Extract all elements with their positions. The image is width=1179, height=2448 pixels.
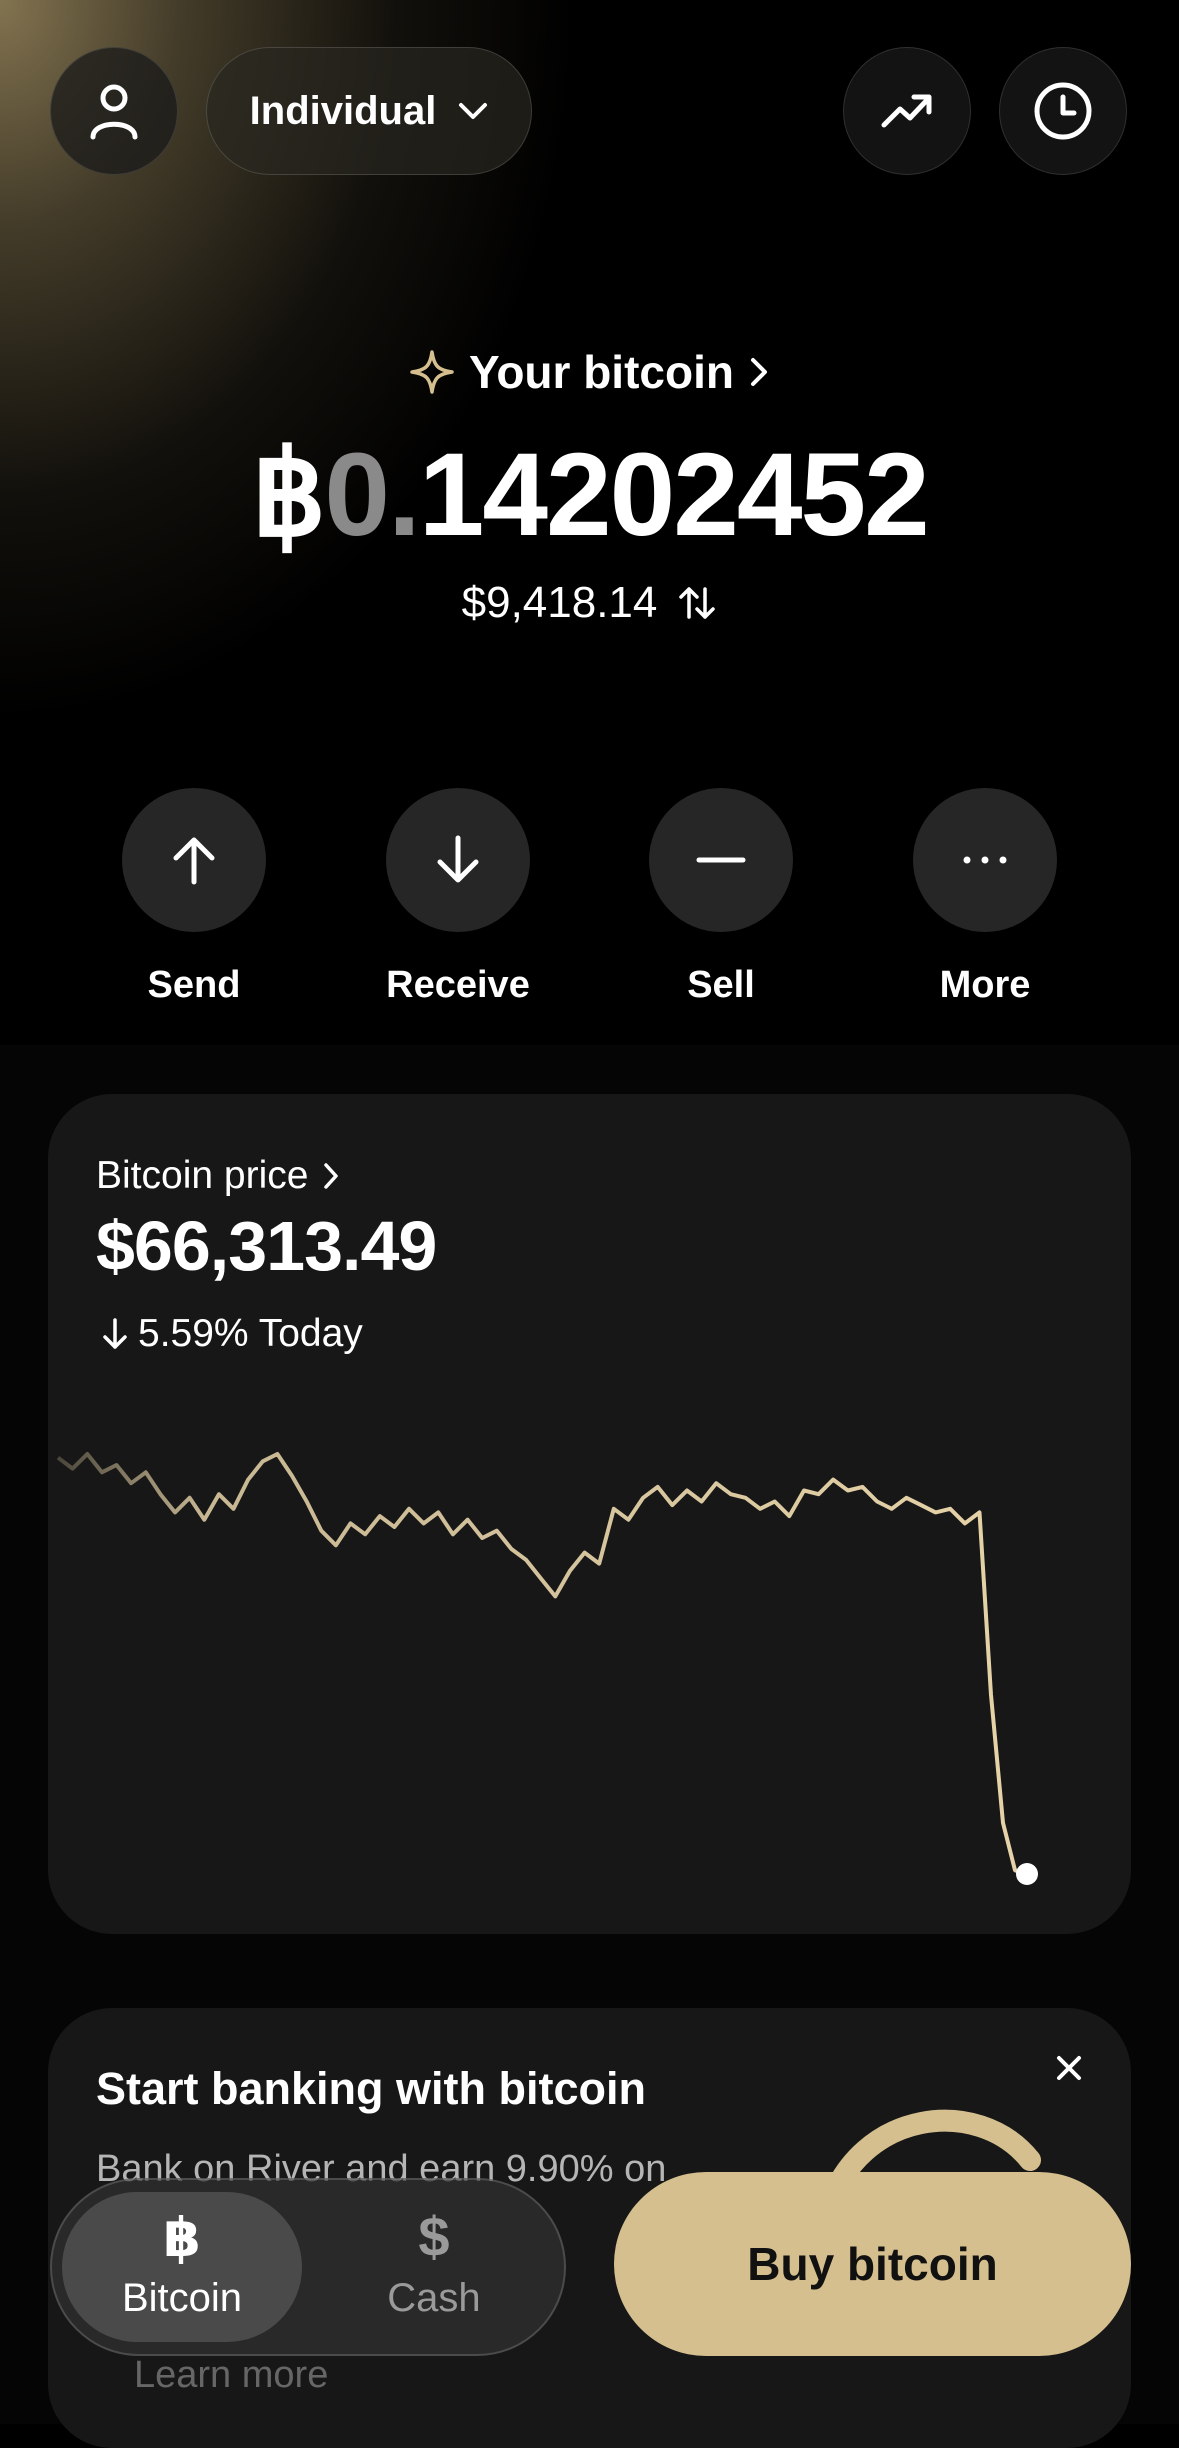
sell-button[interactable]: Sell xyxy=(621,788,821,1007)
person-icon xyxy=(90,84,138,140)
more-label: More xyxy=(939,964,1031,1006)
chevron-right-icon xyxy=(750,358,767,386)
svg-text:฿: ฿ xyxy=(163,2206,201,2266)
send-label: Send xyxy=(147,964,241,1006)
promo-title: Start banking with bitcoin xyxy=(96,2063,646,2114)
promo-learn-more[interactable]: Learn more xyxy=(134,2354,328,2397)
bitcoin-price-value: $66,313.49 xyxy=(96,1207,437,1285)
send-button[interactable]: Send xyxy=(94,788,294,1007)
bottom-tab-bar: ฿ Bitcoin $ Cash xyxy=(50,2178,566,2356)
arrow-up-icon xyxy=(173,837,215,885)
clock-icon xyxy=(1034,82,1092,140)
price-change-text: 5.59% Today xyxy=(138,1312,363,1355)
history-button[interactable] xyxy=(999,47,1127,175)
your-bitcoin-link[interactable]: Your bitcoin xyxy=(0,345,1179,399)
more-button[interactable]: More xyxy=(885,788,1085,1007)
your-bitcoin-label: Your bitcoin xyxy=(469,346,734,398)
swap-icon xyxy=(679,587,716,619)
fiat-balance-toggle[interactable]: $9,418.14 xyxy=(0,578,1179,628)
tab-bitcoin-label: Bitcoin xyxy=(121,2276,243,2320)
receive-button-circle xyxy=(386,788,530,932)
promo-close-button[interactable] xyxy=(1049,2048,1089,2093)
profile-button[interactable] xyxy=(50,47,178,175)
btc-symbol: ฿ xyxy=(251,429,326,561)
tab-cash[interactable]: $ Cash xyxy=(314,2192,554,2342)
tab-bitcoin[interactable]: ฿ Bitcoin xyxy=(62,2192,302,2342)
account-selector[interactable]: Individual xyxy=(206,47,532,175)
buy-bitcoin-button[interactable]: Buy bitcoin xyxy=(614,2172,1131,2356)
price-series-line xyxy=(56,1452,1028,1876)
arrow-down-icon xyxy=(103,1318,127,1349)
price-line-chart xyxy=(56,1452,1038,1885)
trending-up-icon xyxy=(881,94,932,128)
minus-icon xyxy=(696,857,746,863)
btc-balance-digits: 14202452 xyxy=(418,429,930,561)
chevron-down-icon xyxy=(459,103,488,119)
current-price-marker xyxy=(1016,1863,1038,1885)
svg-text:$: $ xyxy=(418,2206,449,2266)
bitcoin-price-link[interactable]: Bitcoin price xyxy=(96,1154,340,1198)
trends-button[interactable] xyxy=(843,47,971,175)
tab-cash-label: Cash xyxy=(387,2276,481,2320)
sell-button-circle xyxy=(649,788,793,932)
bitcoin-price-title: Bitcoin price xyxy=(96,1154,309,1197)
close-icon xyxy=(1057,2056,1081,2080)
dollar-icon: $ xyxy=(418,2206,449,2266)
bitcoin-price-card[interactable]: Bitcoin price $66,313.49 5.59% Today xyxy=(48,1094,1131,1934)
account-selector-label: Individual xyxy=(249,88,437,133)
bitcoin-spark-icon xyxy=(410,350,454,394)
fiat-balance: $9,418.14 xyxy=(461,578,658,627)
more-icon xyxy=(963,856,1007,864)
send-button-circle xyxy=(122,788,266,932)
bitcoin-icon: ฿ xyxy=(163,2206,201,2266)
arrow-down-icon xyxy=(437,835,479,883)
more-button-circle xyxy=(913,788,1057,932)
receive-label: Receive xyxy=(386,964,530,1006)
btc-balance: ฿0.14202452 xyxy=(0,425,1179,565)
btc-balance-dim-digits: 0. xyxy=(324,429,420,561)
sell-label: Sell xyxy=(687,964,755,1006)
chevron-right-icon xyxy=(324,1163,339,1189)
price-change: 5.59% Today xyxy=(100,1312,363,1356)
receive-button[interactable]: Receive xyxy=(358,788,558,1007)
